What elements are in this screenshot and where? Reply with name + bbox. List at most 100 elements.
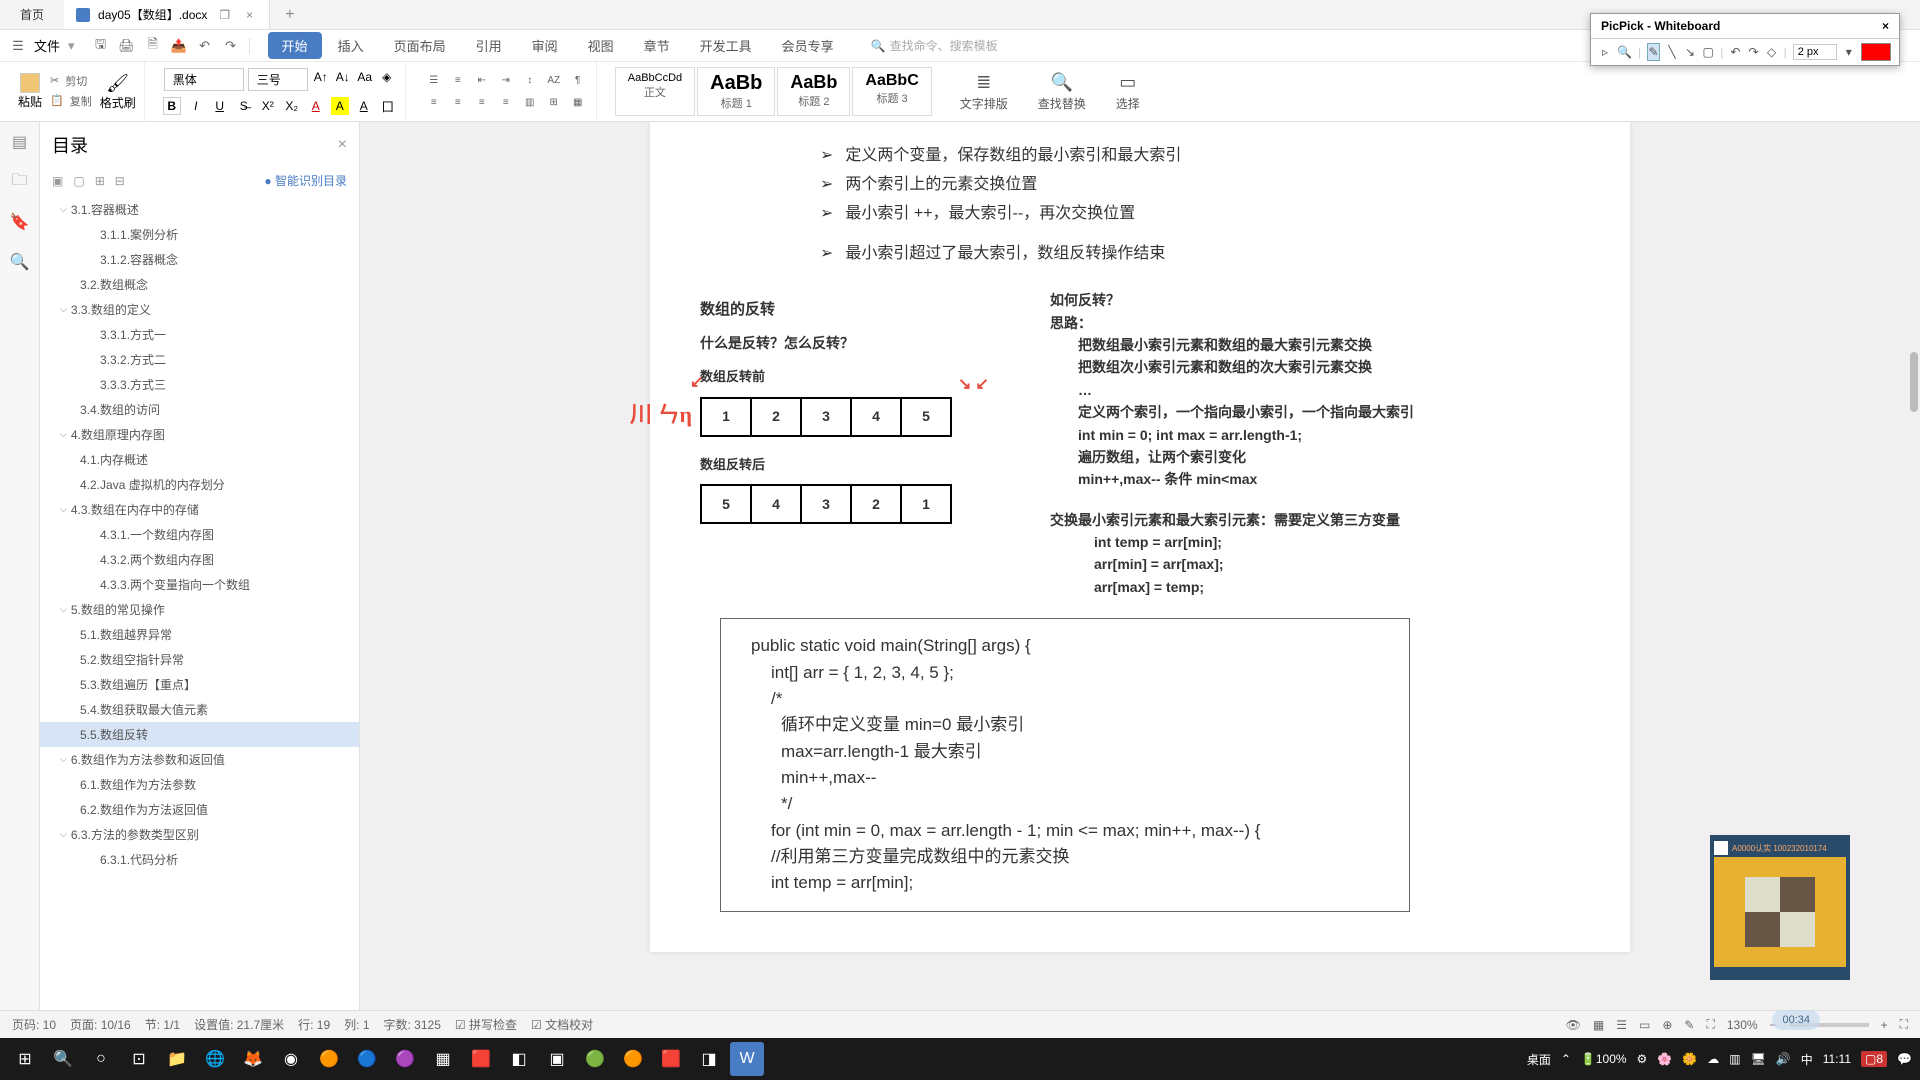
expand-icon[interactable]: ▢ — [73, 174, 84, 188]
outline-item[interactable]: 3.3.1.方式一 — [40, 322, 359, 347]
text-wrap-button[interactable]: ≣ 文字排版 — [950, 72, 1018, 112]
align-left-button[interactable]: ≡ — [424, 94, 444, 112]
tab-devtools[interactable]: 开发工具 — [686, 32, 766, 59]
view-web-icon[interactable]: ▭ — [1639, 1018, 1650, 1032]
qr-float-panel[interactable]: A0000认实 100232010174 — [1710, 835, 1850, 980]
outline-item[interactable]: 4.1.内存概述 — [40, 447, 359, 472]
align-justify-button[interactable]: ≡ — [496, 94, 516, 112]
italic-button[interactable]: I — [187, 97, 205, 115]
outline-item[interactable]: ⌵6.3.方法的参数类型区别 — [40, 822, 359, 847]
font-size-select[interactable]: 三号 — [248, 68, 308, 91]
status-page-of[interactable]: 页面: 10/16 — [70, 1016, 131, 1033]
clock[interactable]: 11:11 — [1823, 1052, 1851, 1066]
undo-icon[interactable]: ↶ — [197, 38, 213, 54]
decrease-font-icon[interactable]: A↓ — [334, 68, 352, 86]
outline-item[interactable]: 3.1.1.案例分析 — [40, 222, 359, 247]
hamburger-icon[interactable]: ☰ — [10, 38, 26, 54]
app5-icon[interactable]: ▦ — [426, 1042, 460, 1076]
tab-home[interactable]: 首页 — [0, 0, 64, 29]
indent-dec-button[interactable]: ⇤ — [472, 72, 492, 90]
outline-item[interactable]: 3.4.数组的访问 — [40, 397, 359, 422]
line-spacing-button[interactable]: ↕ — [520, 72, 540, 90]
color-swatch[interactable] — [1861, 43, 1891, 61]
zoom-in-icon[interactable]: + — [1881, 1018, 1888, 1032]
outline-item[interactable]: ⌵3.1.容器概述 — [40, 197, 359, 222]
vertical-scrollbar[interactable] — [1908, 122, 1920, 1050]
export-icon[interactable]: 📤 — [171, 38, 187, 54]
spell-check[interactable]: ☑ 拼写检查 — [455, 1016, 517, 1033]
doc-proof[interactable]: ☑ 文档校对 — [531, 1016, 593, 1033]
tab-pagelayout[interactable]: 页面布局 — [380, 32, 460, 59]
paste-button[interactable]: 粘贴 — [18, 73, 42, 111]
status-page-num[interactable]: 页码: 10 — [12, 1016, 56, 1033]
eraser-tool-icon[interactable]: ◇ — [1766, 43, 1778, 61]
shading-button[interactable]: ▦ — [568, 94, 588, 112]
file-menu[interactable]: 文件 — [34, 36, 60, 55]
chevron-down-icon[interactable]: ⌵ — [60, 829, 67, 840]
rect-tool-icon[interactable]: ▢ — [1702, 43, 1714, 61]
numbering-button[interactable]: ≡ — [448, 72, 468, 90]
view-read-icon[interactable]: ⊕ — [1662, 1018, 1672, 1032]
tab-view[interactable]: 视图 — [574, 32, 628, 59]
find-replace-button[interactable]: 🔍 查找替换 — [1028, 72, 1096, 112]
status-row[interactable]: 行: 19 — [298, 1016, 330, 1033]
view-outline-icon[interactable]: ☰ — [1616, 1018, 1627, 1032]
outline-item[interactable]: 5.4.数组获取最大值元素 — [40, 697, 359, 722]
edge-icon[interactable]: 🌐 — [198, 1042, 232, 1076]
outline-item[interactable]: 5.5.数组反转 — [40, 722, 359, 747]
pointer-tool-icon[interactable]: ▹ — [1599, 43, 1611, 61]
outline-item[interactable]: 5.2.数组空指针异常 — [40, 647, 359, 672]
cut-button[interactable]: ✂ 剪切 — [50, 73, 92, 89]
picpick-toolbar[interactable]: PicPick - Whiteboard × ▹ 🔍 | ✎ ╲ ↘ ▢ | ↶… — [1590, 13, 1900, 66]
battery-icon[interactable]: 🔋100% — [1581, 1052, 1627, 1066]
collapse-all-icon[interactable]: ▣ — [52, 174, 63, 188]
outline-item[interactable]: 4.3.1.一个数组内存图 — [40, 522, 359, 547]
font-color-button[interactable]: A — [307, 97, 325, 115]
search-icon[interactable]: 🔍 — [46, 1042, 80, 1076]
chevron-down-icon[interactable]: ⌵ — [60, 304, 67, 315]
style-h2[interactable]: AaBb 标题 2 — [777, 67, 850, 116]
outline-item[interactable]: 6.2.数组作为方法返回值 — [40, 797, 359, 822]
show-marks-button[interactable]: ¶ — [568, 72, 588, 90]
print-icon[interactable]: 🖨 — [119, 38, 135, 54]
zoom-level[interactable]: 130% — [1727, 1018, 1758, 1032]
chevron-down-icon[interactable]: ⌵ — [60, 504, 67, 515]
status-col[interactable]: 列: 1 — [344, 1016, 369, 1033]
indent-inc-button[interactable]: ⇥ — [496, 72, 516, 90]
app9-icon[interactable]: 🟠 — [616, 1042, 650, 1076]
outline-item[interactable]: 3.3.3.方式三 — [40, 372, 359, 397]
columns-button[interactable]: ▥ — [520, 94, 540, 112]
tab-section[interactable]: 章节 — [630, 32, 684, 59]
eye-icon[interactable]: 👁 — [1566, 1018, 1581, 1032]
outline-item[interactable]: ⌵5.数组的常见操作 — [40, 597, 359, 622]
outline-icon[interactable]: ▤ — [10, 132, 30, 152]
outline-item[interactable]: ⌵4.3.数组在内存中的存储 — [40, 497, 359, 522]
desktop-label[interactable]: 桌面 — [1527, 1051, 1551, 1068]
chevron-down-icon[interactable]: ⌵ — [60, 604, 67, 615]
size-dropdown-icon[interactable]: ▾ — [1843, 43, 1855, 61]
cortana-icon[interactable]: ○ — [84, 1042, 118, 1076]
app8-icon[interactable]: 🟢 — [578, 1042, 612, 1076]
bold-button[interactable]: B — [163, 97, 181, 115]
char-border-button[interactable]: 囗 — [379, 97, 397, 115]
action-center-icon[interactable]: 💬 — [1897, 1052, 1912, 1066]
find-icon[interactable]: 🔍 — [10, 252, 30, 272]
redo-icon[interactable]: ↷ — [223, 38, 239, 54]
underline-button[interactable]: U — [211, 97, 229, 115]
undo-tool-icon[interactable]: ↶ — [1729, 43, 1741, 61]
chevron-down-icon[interactable]: ⌵ — [60, 429, 67, 440]
status-words[interactable]: 字数: 3125 — [384, 1016, 441, 1033]
scrollbar-thumb[interactable] — [1910, 352, 1918, 412]
tab-close-icon[interactable]: × — [242, 8, 257, 22]
taskview-icon[interactable]: ⊡ — [122, 1042, 156, 1076]
outline-item[interactable]: 6.1.数组作为方法参数 — [40, 772, 359, 797]
outline-item[interactable]: 3.1.2.容器概念 — [40, 247, 359, 272]
vscode-icon[interactable]: ◧ — [502, 1042, 536, 1076]
outline-item[interactable]: ⌵6.数组作为方法参数和返回值 — [40, 747, 359, 772]
outline-item[interactable]: 6.3.1.代码分析 — [40, 847, 359, 872]
outline-item[interactable]: 4.3.3.两个变量指向一个数组 — [40, 572, 359, 597]
tray4-icon[interactable]: ☁ — [1707, 1052, 1719, 1066]
redo-tool-icon[interactable]: ↷ — [1747, 43, 1759, 61]
outline-item[interactable]: 3.3.2.方式二 — [40, 347, 359, 372]
style-h1[interactable]: AaBb 标题 1 — [697, 67, 775, 116]
